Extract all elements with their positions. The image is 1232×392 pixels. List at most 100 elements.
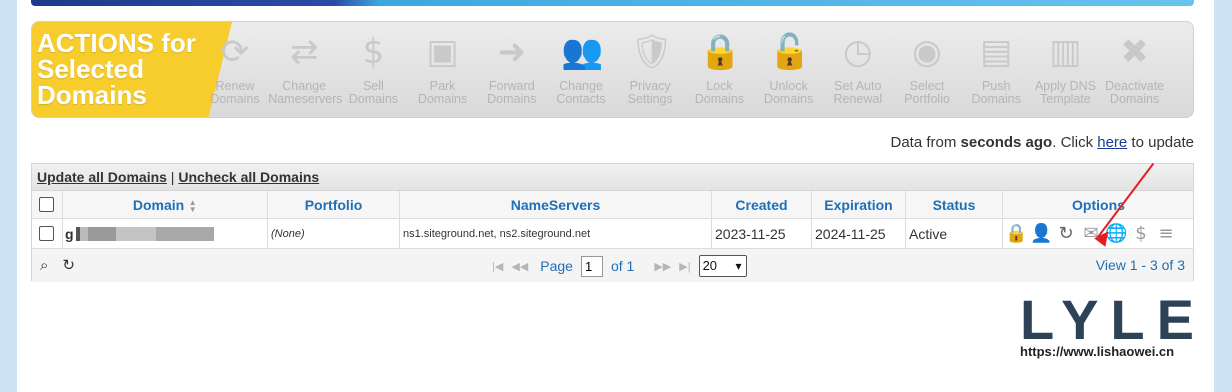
column-header-nameservers[interactable]: NameServers xyxy=(400,191,712,218)
column-header-portfolio[interactable]: Portfolio xyxy=(268,191,400,218)
page-label: Page xyxy=(540,258,573,274)
contacts-icon: 👥 xyxy=(561,32,604,72)
prev-page-icon[interactable]: ◀◀ xyxy=(511,260,528,273)
action-label: Push Domains xyxy=(971,79,1021,106)
search-icon[interactable]: ⌕ xyxy=(40,257,48,274)
pager-navigation: |◀ ◀◀ Page of 1 ▶▶ ▶| 20 xyxy=(492,255,747,277)
expiration-cell: 2024-11-25 xyxy=(812,219,906,248)
status-value: Active xyxy=(909,225,948,242)
column-header-created[interactable]: Created xyxy=(712,191,812,218)
update-here-link[interactable]: here xyxy=(1097,134,1127,151)
uncheck-all-domains-link[interactable]: Uncheck all Domains xyxy=(178,169,319,185)
watermark-url: https://www.lishaowei.cn xyxy=(1020,344,1175,359)
action-forward-arrow-button[interactable]: ➜ Forward Domains xyxy=(476,28,548,114)
domain-name-redaction xyxy=(75,226,214,241)
nameservers-cell: ns1.siteground.net, ns2.siteground.net xyxy=(400,219,712,248)
renew-icon: ⟳ xyxy=(220,32,250,72)
action-label: Renew Domains xyxy=(210,79,260,106)
action-label: Forward Domains xyxy=(487,79,537,106)
action-label: Lock Domains xyxy=(694,79,745,106)
domain-name-visible: g xyxy=(65,225,74,242)
privacy-icon: 🛡 xyxy=(630,32,674,72)
action-renew-button[interactable]: ⟳ Renew Domains xyxy=(199,28,271,114)
action-portfolio-button[interactable]: ◉ Select Portfolio xyxy=(891,28,963,114)
action-clock-button[interactable]: ◷ Set Auto Renewal xyxy=(822,28,894,114)
unlock-icon: 🔓 xyxy=(768,32,811,72)
actions-toolbar: ACTIONS for Selected Domains ⟳ Renew Doma… xyxy=(31,21,1194,118)
next-page-icon[interactable]: ▶▶ xyxy=(654,260,671,273)
actions-label-text: ACTIONS for Selected Domains xyxy=(37,28,196,110)
lock-icon: 🔒 xyxy=(699,32,742,72)
action-label: Change Nameservers xyxy=(268,79,343,106)
top-header-stripe xyxy=(31,0,1194,6)
nameservers-value: ns1.siteground.net, ns2.siteground.net xyxy=(403,227,591,240)
action-park-button[interactable]: ▣ Park Domains xyxy=(407,28,479,114)
of-pages-label: of 1 xyxy=(610,258,635,274)
grid-header-row: Domain ▲▼ Portfolio NameServers Created … xyxy=(32,191,1193,219)
view-range-text: View 1 - 3 of 3 xyxy=(1095,257,1185,273)
toolbar-separator: | xyxy=(166,169,179,185)
select-all-checkbox[interactable] xyxy=(39,197,54,212)
dollar-icon: $ xyxy=(362,32,385,72)
pager-tools: ⌕ ↻ xyxy=(40,256,89,274)
clock-icon: ◷ xyxy=(842,32,873,72)
notice-middle: . Click xyxy=(1052,134,1098,151)
page-number-input[interactable] xyxy=(580,255,603,277)
rows-per-page-value: 20 xyxy=(702,258,718,273)
action-label: Select Portfolio xyxy=(904,79,950,106)
notice-emphasis: seconds ago xyxy=(960,134,1053,151)
column-header-status[interactable]: Status xyxy=(906,191,1003,218)
refresh-icon[interactable]: ↻ xyxy=(62,257,75,274)
action-privacy-button[interactable]: 🛡 Privacy Settings xyxy=(614,28,686,114)
action-dollar-button[interactable]: $ Sell Domains xyxy=(337,28,409,114)
lock-option-icon[interactable]: 🔒 xyxy=(1005,223,1027,245)
contact-option-icon[interactable]: 👤 xyxy=(1030,223,1052,245)
action-dns-template-button[interactable]: ▥ Apply DNS Template xyxy=(1029,28,1101,114)
column-portfolio-label: Portfolio xyxy=(304,196,363,213)
action-label: Change Contacts xyxy=(556,79,606,106)
first-page-icon[interactable]: |◀ xyxy=(492,260,503,273)
dns-template-icon: ▥ xyxy=(1049,32,1082,72)
table-row: g (None) ns1.siteground.net, ns2.sitegro… xyxy=(32,219,1193,249)
header-select-cell xyxy=(32,191,63,218)
grid-pager: ⌕↻ |◀ ◀◀ Page of 1 ▶▶ ▶| 20 View 1 - 3 o… xyxy=(32,249,1193,282)
action-lock-button[interactable]: 🔒 Lock Domains xyxy=(683,28,755,114)
watermark-logo: LYLE xyxy=(1020,288,1206,351)
action-label: Deactivate Domains xyxy=(1105,79,1165,106)
action-swap-arrows-button[interactable]: ⇄ Change Nameservers xyxy=(268,28,343,114)
domains-grid: Update all Domains | Uncheck all Domains… xyxy=(31,163,1194,282)
action-push-button[interactable]: ▤ Push Domains xyxy=(960,28,1032,114)
portfolio-icon: ◉ xyxy=(912,32,942,72)
last-page-icon[interactable]: ▶| xyxy=(679,260,690,273)
deactivate-icon: ✖ xyxy=(1120,32,1149,72)
column-nameservers-label: NameServers xyxy=(510,196,601,213)
portfolio-cell: (None) xyxy=(268,219,400,248)
column-expiration-label: Expiration xyxy=(824,196,893,213)
park-icon: ▣ xyxy=(426,32,459,72)
column-header-domain[interactable]: Domain ▲▼ xyxy=(63,191,268,218)
action-deactivate-button[interactable]: ✖ Deactivate Domains xyxy=(1099,28,1171,114)
renew-option-icon[interactable]: ↻ xyxy=(1055,223,1077,245)
column-status-label: Status xyxy=(932,196,976,213)
column-header-expiration[interactable]: Expiration xyxy=(812,191,906,218)
row-checkbox[interactable] xyxy=(39,226,54,241)
update-all-domains-link[interactable]: Update all Domains xyxy=(37,169,167,185)
action-label: Privacy Settings xyxy=(627,79,673,106)
portfolio-value: (None) xyxy=(271,227,305,240)
forward-arrow-icon: ➜ xyxy=(497,32,527,72)
swap-arrows-icon: ⇄ xyxy=(289,32,319,72)
sort-icon: ▲▼ xyxy=(188,197,198,212)
action-label: Set Auto Renewal xyxy=(833,79,883,106)
action-contacts-button[interactable]: 👥 Change Contacts xyxy=(545,28,617,114)
created-value: 2023-11-25 xyxy=(715,225,786,242)
domain-cell[interactable]: g xyxy=(63,219,268,248)
action-label: Unlock Domains xyxy=(763,79,814,106)
column-header-options: Options xyxy=(1003,191,1194,218)
action-unlock-button[interactable]: 🔓 Unlock Domains xyxy=(753,28,825,114)
sell-option-icon[interactable]: $ xyxy=(1130,223,1152,245)
database-option-icon[interactable]: ≡ xyxy=(1155,223,1177,245)
column-domain-label: Domain xyxy=(132,196,185,213)
rows-per-page-select[interactable]: 20 xyxy=(698,255,747,277)
data-freshness-notice: Data from seconds ago. Click here to upd… xyxy=(891,134,1195,151)
action-label: Apply DNS Template xyxy=(1034,79,1096,106)
